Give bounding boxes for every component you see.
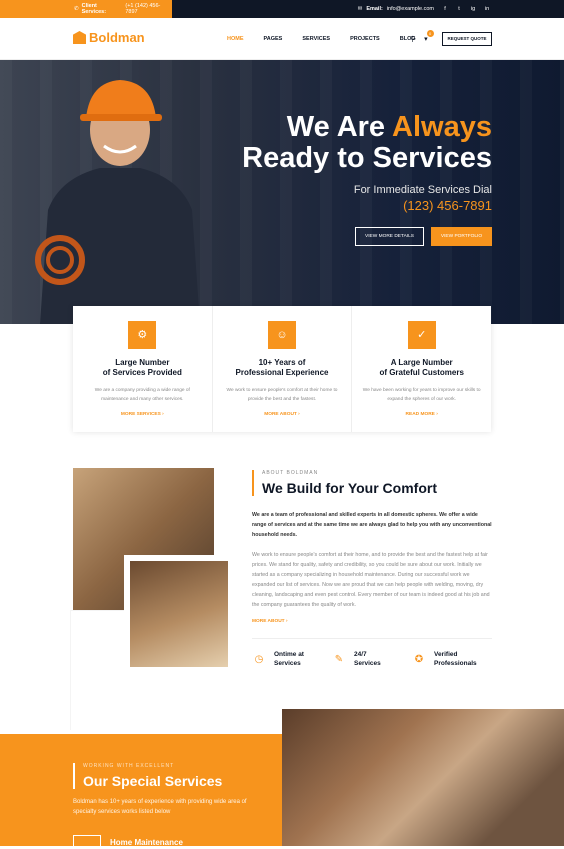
about-stats: ◷ Ontime at Services ✎ 24/7 Services ✪ Ver… (252, 650, 492, 668)
about-photo-hands (124, 555, 234, 673)
main-menu: HOME PAGES SERVICES PROJECTS BLOG (227, 36, 416, 42)
nav-pages[interactable]: PAGES (264, 36, 283, 42)
feature-card: ⚙ Large Number of Services Provided We ar… (73, 306, 213, 432)
facebook-icon[interactable]: f (442, 6, 448, 12)
search-icon[interactable]: ⚲ (410, 35, 415, 43)
cart-icon[interactable]: ▾ 0 (424, 30, 434, 43)
hero-heading: We Are Always Ready to Services (242, 111, 492, 174)
logo-text: Boldman (89, 30, 145, 45)
nav-projects[interactable]: PROJECTS (350, 36, 380, 42)
logo-icon (73, 31, 86, 44)
clock-icon: ◷ (254, 653, 264, 665)
hero-phone[interactable]: (123) 456-7891 (242, 198, 492, 213)
view-details-button[interactable]: VIEW MORE DETAILS (355, 227, 424, 246)
mail-icon: ✉ (357, 6, 363, 12)
about-lead: We are a team of professional and skille… (252, 512, 492, 538)
feature-title: A Large Number of Grateful Customers (379, 358, 464, 377)
user-icon: ☺ (268, 321, 296, 349)
about-section: ABOUT BOLDMAN We Build for Your Comfort … (252, 470, 492, 668)
features-strip: ⚙ Large Number of Services Provided We ar… (73, 306, 491, 432)
logo[interactable]: Boldman (73, 30, 145, 45)
about-title: We Build for Your Comfort (262, 480, 437, 496)
twitter-icon[interactable]: t (456, 6, 462, 12)
service-item-label: Home Maintenance (110, 837, 183, 847)
thumbs-up-icon: ✓ (407, 321, 436, 349)
more-about-link[interactable]: MORE ABOUT › (213, 412, 352, 417)
about-more-link[interactable]: MORE ABOUT › (252, 619, 492, 624)
request-quote-button[interactable]: REQUEST QUOTE (442, 32, 492, 46)
feature-card: ☺ 10+ Years of Professional Experience We… (213, 306, 353, 432)
hero-buttons: VIEW MORE DETAILS VIEW PORTFOLIO (355, 227, 492, 246)
feature-text: We work to ensure people's comfort at th… (226, 388, 338, 402)
service-item-home-maintenance[interactable]: Home Maintenance (73, 835, 183, 849)
nav-home[interactable]: HOME (227, 36, 244, 42)
feature-text: We have been working for years to improv… (362, 388, 481, 402)
nav-services[interactable]: SERVICES (302, 36, 330, 42)
nav-icons: ⚲ ▾ 0 (410, 30, 434, 43)
feature-title: 10+ Years of Professional Experience (235, 358, 329, 377)
view-portfolio-button[interactable]: VIEW PORTFOLIO (431, 227, 492, 246)
main-header: Boldman HOME PAGES SERVICES PROJECTS BLO… (0, 18, 564, 60)
feature-text: We are a company providing a wide range … (94, 388, 190, 402)
stat-item: ✪ Verified Professionals (412, 650, 492, 668)
client-services: ✆ Client Services: (+1 (142) 456-7897 (0, 0, 172, 18)
stat-item: ◷ Ontime at Services (252, 650, 332, 668)
about-body: We work to ensure people's comfort at th… (252, 552, 490, 608)
email-link[interactable]: info@example.com (387, 6, 434, 12)
feature-title: Large Number of Services Provided (102, 358, 182, 377)
gear-icon: ⚙ (128, 321, 157, 349)
services-intro: WORKING WITH EXCELLENT Our Special Servi… (73, 763, 263, 817)
stat-item: ✎ 24/7 Services (332, 650, 412, 668)
service-icon (73, 835, 101, 849)
read-more-link[interactable]: READ MORE › (352, 412, 491, 417)
cart-count: 0 (426, 30, 434, 37)
services-kicker: WORKING WITH EXCELLENT (83, 763, 175, 769)
client-services-label: Client Services: (81, 3, 107, 15)
services-text: Boldman has 10+ years of experience with… (73, 799, 247, 815)
services-photo-sawing (282, 709, 564, 846)
top-bar-right: ✉ Email: info@example.com f t ig in (358, 0, 490, 18)
hero-banner: We Are Always Ready to Services For Imme… (0, 60, 564, 324)
top-bar: ✆ Client Services: (+1 (142) 456-7897 ✉ … (0, 0, 564, 18)
services-title: Our Special Services (83, 773, 223, 789)
about-kicker: ABOUT BOLDMAN (262, 470, 319, 476)
hero-text: We Are Always Ready to Services For Imme… (242, 111, 492, 214)
medal-icon: ✪ (414, 653, 424, 665)
hero-subtitle: For Immediate Services Dial (353, 184, 492, 196)
more-services-link[interactable]: MORE SERVICES › (73, 412, 212, 417)
divider (252, 638, 492, 639)
instagram-icon[interactable]: ig (470, 6, 476, 12)
worker-photo (35, 80, 200, 324)
linkedin-icon[interactable]: in (484, 6, 490, 12)
client-services-phone[interactable]: (+1 (142) 456-7897 (125, 3, 172, 15)
feature-card: ✓ A Large Number of Grateful Customers We… (352, 306, 491, 432)
phone-icon: ✆ (74, 6, 79, 12)
tools-icon: ✎ (334, 653, 344, 665)
email-label: Email: (366, 6, 383, 12)
